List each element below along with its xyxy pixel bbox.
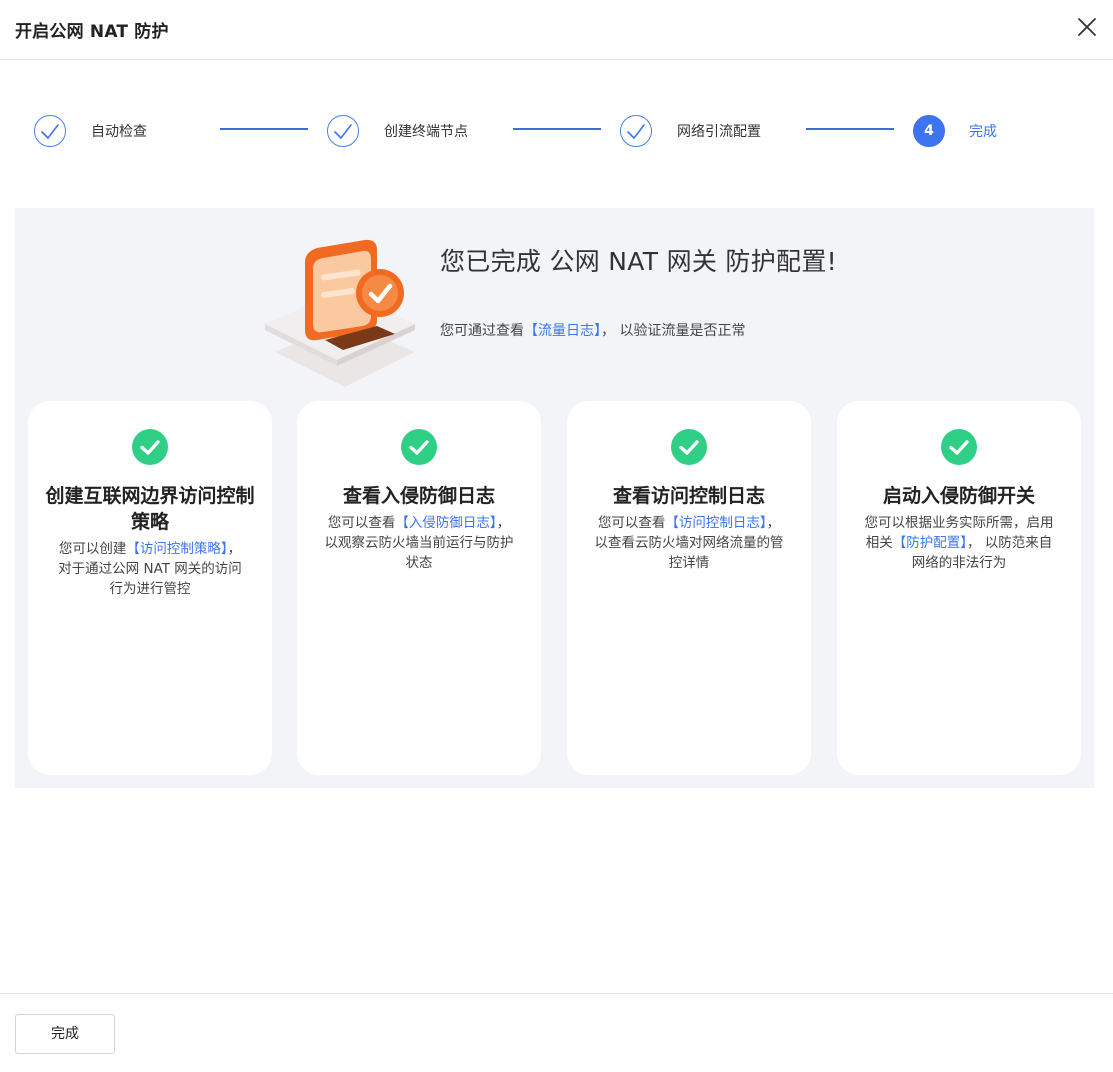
step-label-2: 创建终端节点 bbox=[384, 124, 468, 140]
check-icon bbox=[34, 115, 66, 147]
card-title: 查看访问控制日志 bbox=[612, 485, 765, 507]
subtitle-text: ， 以验证流量是否正常 bbox=[601, 323, 746, 339]
steps-progress: 自动检查 创建终端节点 网络引流配置 4 完成 bbox=[0, 100, 1113, 164]
access-control-log-link[interactable]: 【访问控制日志】 bbox=[665, 515, 766, 531]
ips-log-link[interactable]: 【入侵防御日志】 bbox=[395, 515, 496, 531]
card-desc-text: 您可以查看 bbox=[327, 515, 396, 531]
dialog-header: 开启公网 NAT 防护 bbox=[0, 0, 1113, 60]
step-connector bbox=[513, 128, 601, 130]
card-desc-text: 您可以创建 bbox=[58, 541, 127, 557]
success-illustration bbox=[265, 232, 425, 392]
step-connector bbox=[806, 128, 894, 130]
step-number-4: 4 bbox=[913, 115, 945, 147]
result-panel: 您已完成 公网 NAT 网关 防护配置! 您可通过查看【流量日志】， 以验证流量… bbox=[15, 208, 1094, 788]
card-access-control-policy: 创建互联网边界访问控制策略 您可以创建【访问控制策略】， 对于通过公网 NAT … bbox=[28, 401, 272, 775]
check-circle-icon bbox=[941, 429, 977, 465]
card-desc: 您可以查看【访问控制日志】， 以查看云防火墙对网络流量的管控详情 bbox=[591, 513, 787, 573]
card-ips-log: 查看入侵防御日志 您可以查看【入侵防御日志】， 以观察云防火墙当前运行与防护状态 bbox=[297, 401, 541, 775]
card-title: 启动入侵防御开关 bbox=[882, 485, 1035, 507]
check-circle-icon bbox=[671, 429, 707, 465]
protection-config-link[interactable]: 【防护配置】 bbox=[893, 535, 967, 551]
nat-protection-dialog: 开启公网 NAT 防护 自动检查 创建终端节点 网络引流配置 4 完成 您已完成… bbox=[0, 0, 1113, 1072]
traffic-log-link[interactable]: 【流量日志】 bbox=[524, 323, 601, 339]
card-access-control-log: 查看访问控制日志 您可以查看【访问控制日志】， 以查看云防火墙对网络流量的管控详… bbox=[567, 401, 811, 775]
step-connector bbox=[220, 128, 308, 130]
check-circle-icon bbox=[401, 429, 437, 465]
card-title: 查看入侵防御日志 bbox=[342, 485, 495, 507]
close-icon[interactable] bbox=[1074, 14, 1100, 40]
card-ips-switch: 启动入侵防御开关 您可以根据业务实际所需，启用相关【防护配置】， 以防范来自网络… bbox=[837, 401, 1081, 775]
card-desc-text: 您可以查看 bbox=[597, 515, 666, 531]
subtitle-text: 您可通过查看 bbox=[440, 323, 524, 339]
dialog-title: 开启公网 NAT 防护 bbox=[15, 22, 169, 42]
dialog-footer: 完成 bbox=[0, 993, 1113, 1072]
check-circle-icon bbox=[132, 429, 168, 465]
card-desc: 您可以根据业务实际所需，启用相关【防护配置】， 以防范来自网络的非法行为 bbox=[861, 513, 1057, 573]
step-label-3: 网络引流配置 bbox=[677, 124, 761, 140]
finish-button[interactable]: 完成 bbox=[15, 1014, 115, 1054]
step-label-4: 完成 bbox=[969, 124, 997, 140]
completion-title: 您已完成 公网 NAT 网关 防护配置! bbox=[440, 247, 837, 276]
completion-subtitle: 您可通过查看【流量日志】， 以验证流量是否正常 bbox=[440, 320, 745, 340]
card-desc: 您可以查看【入侵防御日志】， 以观察云防火墙当前运行与防护状态 bbox=[321, 513, 517, 573]
access-control-policy-link[interactable]: 【访问控制策略】 bbox=[126, 541, 227, 557]
check-icon bbox=[620, 115, 652, 147]
step-label-1: 自动检查 bbox=[91, 124, 147, 140]
card-desc: 您可以创建【访问控制策略】， 对于通过公网 NAT 网关的访问行为进行管控 bbox=[52, 539, 248, 599]
check-icon bbox=[327, 115, 359, 147]
card-title: 创建互联网边界访问控制策略 bbox=[45, 485, 255, 533]
